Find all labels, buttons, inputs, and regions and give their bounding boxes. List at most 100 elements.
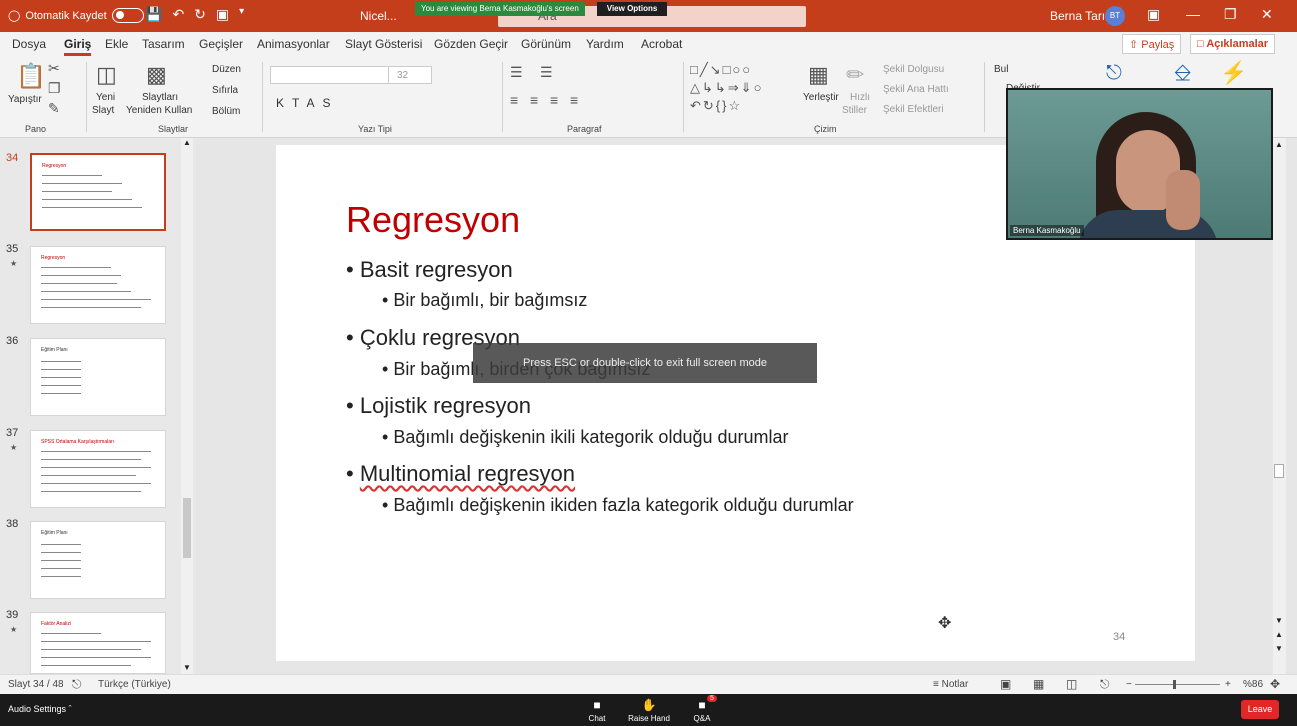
- quick-styles-icon[interactable]: ✏: [846, 62, 864, 88]
- normal-view-icon[interactable]: ▣: [1000, 677, 1011, 691]
- quick-styles-label[interactable]: Hızlı: [850, 92, 870, 103]
- find-button[interactable]: Bul: [994, 64, 1008, 75]
- tab-acrobat[interactable]: Acrobat: [641, 37, 682, 51]
- thumbnail-slide-35[interactable]: Regresyon: [30, 246, 166, 324]
- cut-icon[interactable]: ✂: [48, 60, 60, 77]
- tab-slayt-gosterisi[interactable]: Slayt Gösterisi: [345, 37, 422, 51]
- new-slide-label-2[interactable]: Slayt: [92, 105, 114, 116]
- shape-effects-button[interactable]: Şekil Efektleri: [883, 104, 944, 115]
- paste-icon[interactable]: 📋: [16, 62, 46, 91]
- qa-button[interactable]: ■ 5 Q&A: [677, 695, 727, 723]
- thumbnail-scrollbar[interactable]: ▲ ▼: [181, 138, 193, 674]
- shapes-gallery-row3[interactable]: ↶↻{}☆: [690, 98, 742, 114]
- quick-styles-label-2[interactable]: Stiller: [842, 105, 867, 116]
- zoom-slider[interactable]: [1135, 680, 1220, 689]
- comments-button[interactable]: □ Açıklamalar: [1190, 34, 1276, 54]
- dictate-icon[interactable]: ⎒: [1174, 60, 1191, 86]
- tab-tasarim[interactable]: Tasarım: [142, 37, 185, 51]
- align-right-icon[interactable]: ≡: [550, 92, 558, 108]
- customize-icon[interactable]: ▾: [239, 6, 244, 23]
- layout-button[interactable]: Düzen: [212, 64, 241, 75]
- numbering-icon[interactable]: ☰: [540, 64, 553, 81]
- paste-button[interactable]: Yapıştır: [8, 94, 42, 105]
- copy-icon[interactable]: ❐: [48, 80, 61, 97]
- chat-button[interactable]: ■ Chat: [572, 696, 622, 723]
- spellcheck-icon[interactable]: ⎋: [72, 677, 82, 692]
- thumbnail-slide-34[interactable]: Regresyon: [30, 153, 166, 231]
- document-name[interactable]: Nicel...: [360, 9, 397, 23]
- tab-ekle[interactable]: Ekle: [105, 37, 128, 51]
- zoom-in-icon[interactable]: +: [1225, 679, 1231, 690]
- fit-slide-icon[interactable]: ✥: [1270, 677, 1280, 691]
- present-icon[interactable]: ▣: [216, 6, 229, 23]
- bullet-3[interactable]: • Lojistik regresyon: [346, 393, 531, 419]
- restore-icon[interactable]: ❐: [1224, 6, 1237, 23]
- redo-icon[interactable]: ↻: [194, 6, 206, 23]
- scroll-thumb[interactable]: [1274, 464, 1284, 478]
- new-slide-icon[interactable]: ◫: [96, 62, 117, 88]
- new-slide-label[interactable]: Yeni: [96, 92, 115, 103]
- arrange-icon[interactable]: ▦: [808, 62, 829, 88]
- tab-yardim[interactable]: Yardım: [586, 37, 624, 51]
- next-slide-icon[interactable]: ▼: [1275, 644, 1283, 653]
- reuse-slides-label[interactable]: Slaytları: [142, 92, 178, 103]
- leave-button[interactable]: Leave: [1241, 700, 1279, 719]
- thumbnail-slide-37[interactable]: SPSS Ortalama Karşılaştırmaları: [30, 430, 166, 508]
- tab-gorunum[interactable]: Görünüm: [521, 37, 571, 51]
- slide-sorter-icon[interactable]: ▦: [1033, 677, 1044, 691]
- scroll-up-icon[interactable]: ▲: [183, 138, 191, 147]
- arrange-button[interactable]: Yerleştir: [803, 92, 839, 103]
- section-button[interactable]: Bölüm: [212, 106, 240, 117]
- scroll-up-icon[interactable]: ▲: [1275, 140, 1283, 149]
- subbullet-1[interactable]: • Bir bağımlı, bir bağımsız: [382, 290, 587, 311]
- view-options-button[interactable]: View Options: [596, 2, 668, 16]
- subbullet-3[interactable]: • Bağımlı değişkenin ikili kategorik old…: [382, 427, 789, 448]
- share-button[interactable]: ⇧ Paylaş: [1122, 34, 1182, 54]
- font-size-field[interactable]: 32: [388, 66, 432, 84]
- thumbnail-slide-39[interactable]: Faktör Analizi: [30, 612, 166, 674]
- raise-hand-button[interactable]: ✋ Raise Hand: [624, 696, 674, 723]
- autosave-toggle[interactable]: ◯ Otomatik Kaydet: [8, 8, 144, 23]
- subbullet-4[interactable]: • Bağımlı değişkenin ikiden fazla katego…: [382, 495, 854, 516]
- tab-giris[interactable]: Giriş: [64, 37, 92, 56]
- reuse-slides-icon[interactable]: ▩: [146, 62, 167, 88]
- designer-icon[interactable]: ⚡: [1220, 60, 1247, 86]
- reuse-slides-label-2[interactable]: Yeniden Kullan: [126, 105, 192, 116]
- shape-fill-button[interactable]: Şekil Dolgusu: [883, 64, 944, 75]
- tab-gozden-gecir[interactable]: Gözden Geçir: [434, 37, 508, 51]
- ribbon-display-icon[interactable]: ▣: [1147, 6, 1160, 23]
- scroll-down-icon[interactable]: ▼: [1275, 616, 1283, 625]
- format-painter-icon[interactable]: ✎: [48, 100, 60, 117]
- thumbnail-slide-36[interactable]: Eğitim Planı: [30, 338, 166, 416]
- shapes-gallery-row2[interactable]: △↳↳⇒⇓○: [690, 80, 763, 96]
- scroll-thumb[interactable]: [183, 498, 191, 558]
- font-format-buttons[interactable]: KTAS: [276, 96, 338, 110]
- reading-view-icon[interactable]: ◫: [1066, 677, 1077, 691]
- shape-outline-button[interactable]: Şekil Ana Hattı: [883, 84, 949, 95]
- share-screen-icon[interactable]: ⎋: [1106, 62, 1122, 85]
- save-icon[interactable]: 💾: [145, 6, 162, 23]
- minimize-icon[interactable]: —: [1186, 6, 1200, 22]
- slide-title[interactable]: Regresyon: [346, 199, 520, 241]
- tab-gecisler[interactable]: Geçişler: [199, 37, 243, 51]
- bullets-icon[interactable]: ☰: [510, 64, 523, 81]
- scroll-down-icon[interactable]: ▼: [183, 663, 191, 672]
- reset-button[interactable]: Sıfırla: [212, 85, 238, 96]
- bullet-1[interactable]: • Basit regresyon: [346, 257, 513, 283]
- audio-settings-button[interactable]: Audio Settings ˆ: [8, 704, 72, 714]
- thumbnail-slide-38[interactable]: Eğitim Planı: [30, 521, 166, 599]
- avatar[interactable]: BT: [1105, 6, 1125, 26]
- tab-animasyonlar[interactable]: Animasyonlar: [257, 37, 330, 51]
- slideshow-icon[interactable]: ⎋: [1100, 677, 1110, 692]
- participant-video[interactable]: Berna Kasmakoğlu: [1006, 88, 1273, 240]
- prev-slide-icon[interactable]: ▲: [1275, 630, 1283, 639]
- language-indicator[interactable]: Türkçe (Türkiye): [98, 679, 171, 690]
- justify-icon[interactable]: ≡: [570, 92, 578, 108]
- close-icon[interactable]: ✕: [1261, 6, 1273, 23]
- undo-icon[interactable]: ↶: [172, 6, 184, 23]
- tab-dosya[interactable]: Dosya: [12, 37, 46, 51]
- shapes-gallery[interactable]: □╱↘□○○: [690, 62, 752, 78]
- zoom-out-icon[interactable]: −: [1126, 679, 1132, 690]
- notes-button[interactable]: ≡ Notlar: [933, 679, 968, 690]
- editor-scrollbar[interactable]: ▲ ▼ ▲ ▼: [1273, 138, 1286, 674]
